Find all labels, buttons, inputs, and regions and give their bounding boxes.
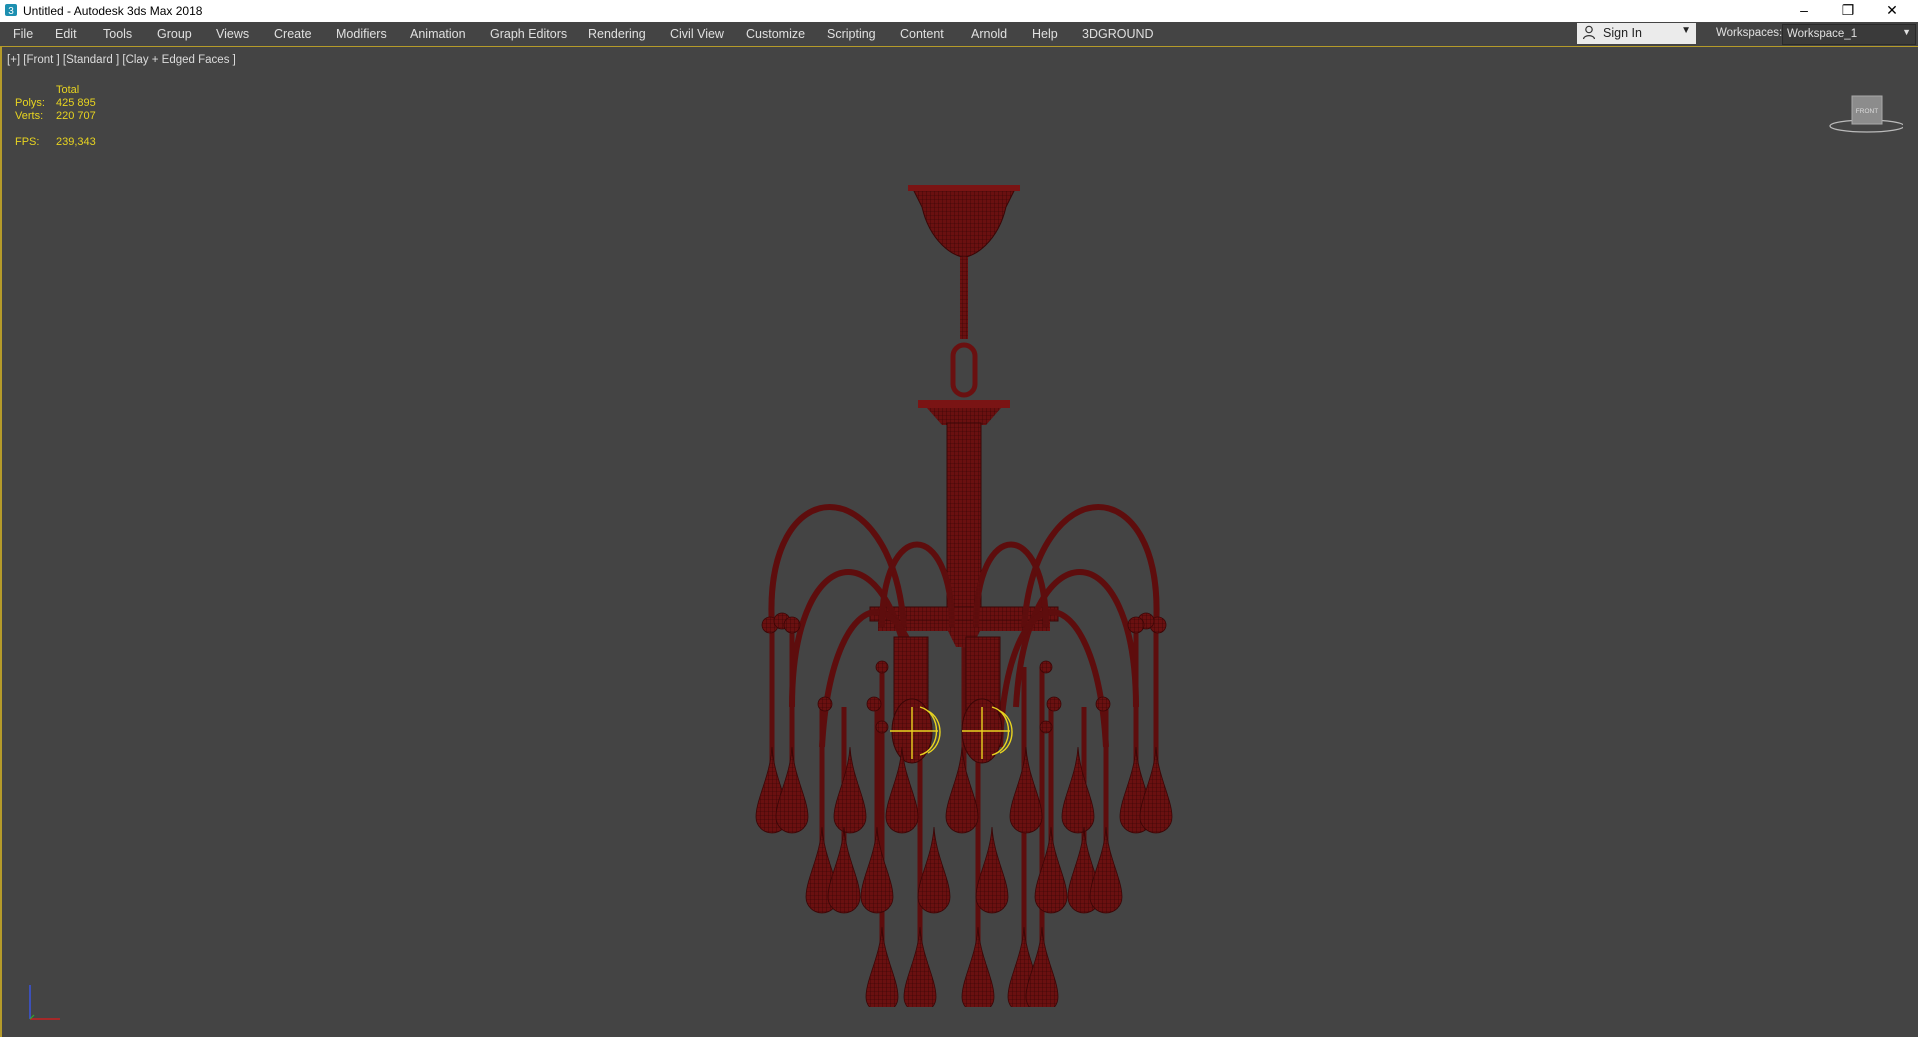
title-bar: 3 Untitled - Autodesk 3ds Max 2018 – ❐ ✕ bbox=[0, 0, 1918, 22]
restore-button[interactable]: ❐ bbox=[1826, 0, 1870, 22]
menu-civil-view[interactable]: Civil View bbox=[670, 22, 724, 46]
front-viewport[interactable]: [+] [Front ] [Standard ] [Clay + Edged F… bbox=[0, 47, 1918, 1037]
stats-verts-value: 220 707 bbox=[56, 110, 96, 122]
axis-tripod-icon bbox=[29, 985, 60, 1020]
workspaces-label: Workspaces: bbox=[1716, 27, 1783, 39]
stats-polys-value: 425 895 bbox=[56, 97, 96, 109]
stats-fps-label: FPS: bbox=[15, 136, 40, 148]
menu-rendering[interactable]: Rendering bbox=[588, 22, 646, 46]
menu-file[interactable]: File bbox=[13, 22, 33, 46]
sign-in-button[interactable]: Sign In ▼ bbox=[1577, 23, 1696, 44]
stats-fps-value: 239,343 bbox=[56, 136, 96, 148]
menu-group[interactable]: Group bbox=[157, 22, 192, 46]
menu-content[interactable]: Content bbox=[900, 22, 944, 46]
stats-verts-label: Verts: bbox=[15, 110, 44, 122]
menu-tools[interactable]: Tools bbox=[103, 22, 132, 46]
workspaces-dropdown[interactable]: Workspace_1 ▼ bbox=[1782, 24, 1916, 45]
stats-polys-label: Polys: bbox=[15, 97, 45, 109]
svg-text:3: 3 bbox=[8, 6, 14, 17]
menu-modifiers[interactable]: Modifiers bbox=[336, 22, 387, 46]
menu-edit[interactable]: Edit bbox=[55, 22, 77, 46]
chandelier-model[interactable] bbox=[742, 107, 1182, 1007]
viewcube-face-label: FRONT bbox=[1856, 108, 1878, 115]
viewport-label-menu[interactable]: [+] [Front ] [Standard ] [Clay + Edged F… bbox=[7, 54, 236, 66]
close-button[interactable]: ✕ bbox=[1870, 0, 1914, 22]
menu-customize[interactable]: Customize bbox=[746, 22, 805, 46]
workspaces-value: Workspace_1 bbox=[1787, 28, 1858, 40]
viewcube[interactable]: FRONT bbox=[1823, 84, 1903, 144]
menu-graph-editors[interactable]: Graph Editors bbox=[490, 22, 567, 46]
chevron-down-icon: ▼ bbox=[1902, 27, 1911, 37]
menu-help[interactable]: Help bbox=[1032, 22, 1058, 46]
sign-in-label: Sign In bbox=[1603, 26, 1642, 40]
menu-3dground[interactable]: 3DGROUND bbox=[1082, 22, 1154, 46]
stats-total-label: Total bbox=[56, 84, 80, 96]
menu-views[interactable]: Views bbox=[216, 22, 249, 46]
menu-arnold[interactable]: Arnold bbox=[971, 22, 1007, 46]
chevron-down-icon: ▼ bbox=[1681, 25, 1691, 36]
menu-create[interactable]: Create bbox=[274, 22, 312, 46]
menu-animation[interactable]: Animation bbox=[410, 22, 466, 46]
menu-scripting[interactable]: Scripting bbox=[827, 22, 876, 46]
window-title: Untitled - Autodesk 3ds Max 2018 bbox=[23, 4, 203, 18]
app-icon: 3 bbox=[5, 4, 17, 17]
user-icon bbox=[1582, 25, 1596, 40]
minimize-button[interactable]: – bbox=[1782, 0, 1826, 22]
